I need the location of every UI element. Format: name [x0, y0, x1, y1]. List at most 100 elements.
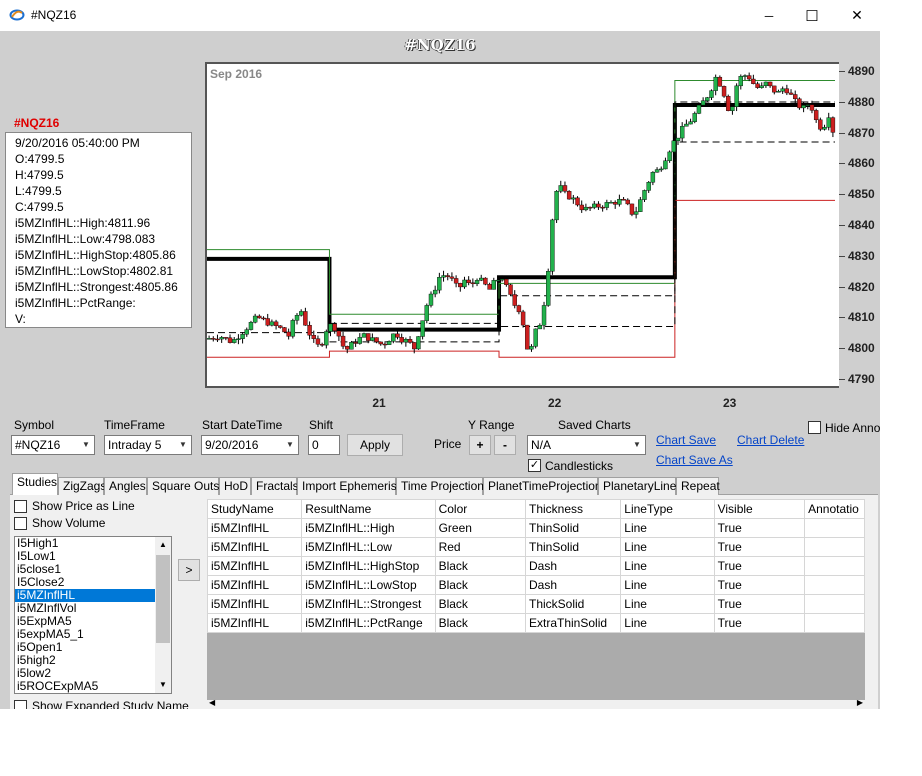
- study-list-scrollbar[interactable]: ▲ ▼: [155, 537, 171, 693]
- hide-annot-checkbox[interactable]: [808, 421, 821, 434]
- tab-repeat[interactable]: Repeat: [676, 477, 720, 495]
- grid-cell[interactable]: [804, 594, 865, 614]
- y-range-minus-button[interactable]: -: [494, 435, 516, 455]
- minimize-button[interactable]: ─: [746, 0, 792, 31]
- chevron-down-icon[interactable]: ▼: [175, 436, 191, 454]
- grid-cell[interactable]: ThinSolid: [524, 518, 622, 538]
- grid-cell[interactable]: Red: [434, 537, 527, 557]
- grid-cell[interactable]: ThickSolid: [524, 594, 622, 614]
- table-row[interactable]: i5MZInflHL i5MZInflHL::Strongest Black Thic…: [207, 594, 865, 614]
- y-range-plus-button[interactable]: +: [469, 435, 491, 455]
- grid-cell[interactable]: Line: [620, 556, 715, 576]
- grid-cell[interactable]: Black: [434, 613, 527, 633]
- timeframe-combo[interactable]: Intraday 5 ▼: [104, 435, 192, 455]
- grid-cell[interactable]: i5MZInflHL: [207, 518, 303, 538]
- grid-cell[interactable]: [804, 613, 865, 633]
- column-header[interactable]: ResultName: [301, 499, 436, 519]
- table-row[interactable]: i5MZInflHL i5MZInflHL::High Green ThinSolid…: [207, 518, 865, 538]
- grid-cell[interactable]: Line: [620, 613, 715, 633]
- column-header[interactable]: Thickness: [524, 499, 622, 519]
- maximize-button[interactable]: ☐: [789, 0, 835, 31]
- grid-cell[interactable]: True: [713, 518, 806, 538]
- grid-cell[interactable]: Line: [620, 518, 715, 538]
- chart-save-link[interactable]: Chart Save: [656, 433, 716, 447]
- grid-cell[interactable]: ExtraThinSolid: [524, 613, 622, 633]
- grid-cell[interactable]: Dash: [524, 556, 622, 576]
- tab-planetarylines[interactable]: PlanetaryLines: [598, 477, 682, 495]
- grid-cell[interactable]: Line: [620, 575, 715, 595]
- table-row[interactable]: i5MZInflHL i5MZInflHL::Low Red ThinSolid Lin…: [207, 537, 865, 557]
- grid-cell[interactable]: Line: [620, 594, 715, 614]
- study-results-grid[interactable]: StudyName ResultName Color Thickness LineTyp…: [207, 499, 865, 704]
- grid-cell[interactable]: i5MZInflHL::HighStop: [301, 556, 436, 576]
- tab-import-ephemeris[interactable]: Import Ephemeris: [297, 477, 397, 495]
- study-list[interactable]: I5High1 I5Low1 i5close1 I5Close2 i5MZInflHL i…: [14, 536, 172, 694]
- tab-studies[interactable]: Studies: [12, 473, 58, 495]
- grid-cell[interactable]: True: [713, 556, 806, 576]
- grid-cell[interactable]: [804, 575, 865, 595]
- grid-cell[interactable]: i5MZInflHL: [207, 575, 303, 595]
- symbol-combo[interactable]: #NQZ16 ▼: [11, 435, 95, 455]
- chart-delete-link[interactable]: Chart Delete: [737, 433, 804, 447]
- grid-cell[interactable]: [804, 556, 865, 576]
- grid-cell[interactable]: [804, 518, 865, 538]
- grid-cell[interactable]: True: [713, 537, 806, 557]
- show-price-line-checkbox[interactable]: [14, 500, 27, 513]
- study-list-item[interactable]: i5ROCExpMA5: [15, 680, 171, 693]
- chart-save-as-link[interactable]: Chart Save As: [656, 453, 733, 467]
- saved-charts-combo[interactable]: N/A ▼: [527, 435, 646, 455]
- grid-horizontal-scrollbar[interactable]: ◀ ▶: [207, 698, 865, 709]
- start-date-picker[interactable]: 9/20/2016 ▼: [201, 435, 299, 455]
- apply-button[interactable]: Apply: [347, 434, 403, 456]
- show-volume-checkbox[interactable]: [14, 517, 27, 530]
- grid-cell[interactable]: i5MZInflHL: [207, 613, 303, 633]
- grid-cell[interactable]: i5MZInflHL: [207, 556, 303, 576]
- show-expanded-name-checkbox[interactable]: [14, 700, 27, 709]
- shift-input[interactable]: 0: [308, 435, 340, 455]
- column-header[interactable]: Visible: [713, 499, 806, 519]
- column-header[interactable]: LineType: [620, 499, 715, 519]
- tab-hod[interactable]: HoD: [219, 477, 251, 495]
- tab-planettimeprojections[interactable]: PlanetTimeProjections: [483, 477, 608, 495]
- scroll-left-icon[interactable]: ◀: [209, 698, 215, 707]
- grid-cell[interactable]: True: [713, 575, 806, 595]
- tab-square-outs[interactable]: Square Outs: [147, 477, 219, 495]
- column-header[interactable]: Annotatio: [804, 499, 865, 519]
- grid-cell[interactable]: Line: [620, 537, 715, 557]
- grid-cell[interactable]: i5MZInflHL::PctRange: [301, 613, 436, 633]
- tab-angles[interactable]: Angles: [104, 477, 147, 495]
- column-header[interactable]: StudyName: [207, 499, 303, 519]
- table-row[interactable]: i5MZInflHL i5MZInflHL::LowStop Black Dash Li…: [207, 575, 865, 595]
- grid-cell[interactable]: i5MZInflHL: [207, 594, 303, 614]
- grid-cell[interactable]: Black: [434, 575, 527, 595]
- close-button[interactable]: ✕: [834, 0, 880, 31]
- table-row[interactable]: i5MZInflHL i5MZInflHL::PctRange Black Extra…: [207, 613, 865, 633]
- chevron-down-icon[interactable]: ▼: [78, 436, 94, 454]
- grid-cell[interactable]: Green: [434, 518, 527, 538]
- scroll-right-icon[interactable]: ▶: [857, 698, 863, 707]
- grid-cell[interactable]: ThinSolid: [524, 537, 622, 557]
- grid-cell[interactable]: i5MZInflHL::High: [301, 518, 436, 538]
- table-row[interactable]: i5MZInflHL i5MZInflHL::HighStop Black Dash L…: [207, 556, 865, 576]
- grid-cell[interactable]: Dash: [524, 575, 622, 595]
- scroll-up-icon[interactable]: ▲: [159, 540, 167, 549]
- grid-cell[interactable]: [804, 537, 865, 557]
- tab-time-projections[interactable]: Time Projections: [396, 477, 490, 495]
- scroll-down-icon[interactable]: ▼: [159, 680, 167, 689]
- column-header[interactable]: Color: [434, 499, 527, 519]
- tab-fractals[interactable]: Fractals: [251, 477, 299, 495]
- chevron-down-icon[interactable]: ▼: [629, 436, 645, 454]
- candlesticks-checkbox[interactable]: ✓: [528, 459, 541, 472]
- tab-zigzags[interactable]: ZigZags: [58, 477, 106, 495]
- grid-cell[interactable]: i5MZInflHL::Low: [301, 537, 436, 557]
- grid-cell[interactable]: True: [713, 613, 806, 633]
- add-study-button[interactable]: >: [178, 559, 200, 581]
- scroll-thumb[interactable]: [156, 555, 170, 643]
- calendar-dropdown-icon[interactable]: ▼: [282, 436, 298, 454]
- grid-cell[interactable]: True: [713, 594, 806, 614]
- grid-cell[interactable]: Black: [434, 556, 527, 576]
- grid-cell[interactable]: i5MZInflHL::Strongest: [301, 594, 436, 614]
- grid-cell[interactable]: Black: [434, 594, 527, 614]
- grid-cell[interactable]: i5MZInflHL::LowStop: [301, 575, 436, 595]
- grid-cell[interactable]: i5MZInflHL: [207, 537, 303, 557]
